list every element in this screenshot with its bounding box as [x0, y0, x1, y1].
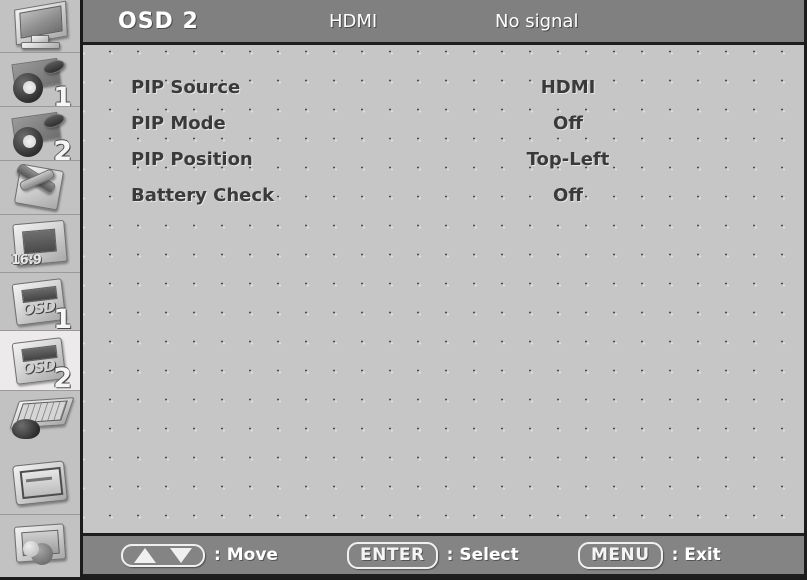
sidebar-item-display[interactable]: [0, 0, 80, 52]
sidebar: 1 2 16:9 OSD 1 OSD 2: [0, 0, 83, 577]
sidebar-item-osd-2[interactable]: OSD 2: [0, 330, 80, 392]
camera-film-icon: 2: [9, 109, 72, 165]
menu-list: PIP Source HDMI PIP Mode Off PIP Positio…: [83, 45, 804, 214]
arrow-up-icon: [134, 547, 156, 563]
aspect-label: 16:9: [11, 252, 42, 268]
menu-item-label: Battery Check: [131, 185, 275, 206]
sidebar-item-info[interactable]: [0, 514, 80, 577]
hint-move: : Move: [121, 543, 278, 567]
enter-keycap[interactable]: ENTER: [347, 541, 438, 569]
menu-item-label: PIP Source: [131, 77, 241, 98]
tools-icon: [9, 162, 71, 213]
hint-select-label: : Select: [446, 545, 519, 565]
panel-icon: [9, 458, 71, 508]
sidebar-item-aspect[interactable]: 16:9: [0, 214, 80, 272]
menu-item-label: PIP Mode: [131, 113, 226, 134]
info-monitor-icon: [9, 522, 71, 573]
menu-item-value[interactable]: Off: [473, 106, 663, 142]
hint-select: ENTER : Select: [347, 541, 519, 569]
arrow-down-icon: [170, 547, 192, 563]
sidebar-item-tools[interactable]: [0, 160, 80, 214]
arrow-keys-keycap[interactable]: [121, 543, 205, 567]
menu-row-battery-check[interactable]: Battery Check Off: [83, 178, 804, 214]
menu-row-pip-source[interactable]: PIP Source HDMI: [83, 70, 804, 106]
status-label: No signal: [495, 10, 579, 32]
main-panel: OSD 2 HDMI No signal PIP Source HDMI PIP…: [83, 0, 804, 577]
menu-item-value[interactable]: Off: [473, 178, 663, 214]
menu-item-label: PIP Position: [131, 149, 253, 170]
sidebar-item-camera-1[interactable]: 1: [0, 52, 80, 111]
menu-keycap[interactable]: MENU: [578, 541, 663, 569]
osd-screen: 1 2 16:9 OSD 1 OSD 2 OSD 2 HDMI No signa…: [0, 0, 807, 580]
sidebar-item-osd-1[interactable]: OSD 1: [0, 272, 80, 333]
sidebar-item-panel[interactable]: [0, 452, 80, 514]
hint-exit-label: : Exit: [671, 545, 721, 565]
sidebar-item-input[interactable]: [0, 390, 80, 452]
osd-icon: OSD 1: [9, 277, 72, 333]
source-label: HDMI: [329, 10, 378, 32]
hint-exit: MENU : Exit: [578, 541, 721, 569]
aspect-ratio-icon: 16:9: [9, 219, 71, 269]
keyboard-icon: [9, 396, 75, 447]
sidebar-item-camera-2[interactable]: 2: [0, 106, 80, 165]
monitor-icon: [9, 0, 71, 51]
hint-move-label: : Move: [214, 545, 278, 565]
osd-label: OSD: [21, 355, 56, 378]
page-title: OSD 2: [118, 8, 199, 34]
osd-label: OSD: [21, 296, 56, 319]
menu-row-pip-mode[interactable]: PIP Mode Off: [83, 106, 804, 142]
menu-row-pip-position[interactable]: PIP Position Top-Left: [83, 142, 804, 178]
osd-icon: OSD 2: [9, 336, 72, 392]
menu-item-value[interactable]: Top-Left: [473, 142, 663, 178]
menu-item-value[interactable]: HDMI: [473, 70, 663, 106]
camera-film-icon: 1: [9, 55, 72, 111]
title-bar: OSD 2 HDMI No signal: [83, 0, 804, 45]
footer-hint-bar: : Move ENTER : Select MENU : Exit: [83, 533, 804, 577]
